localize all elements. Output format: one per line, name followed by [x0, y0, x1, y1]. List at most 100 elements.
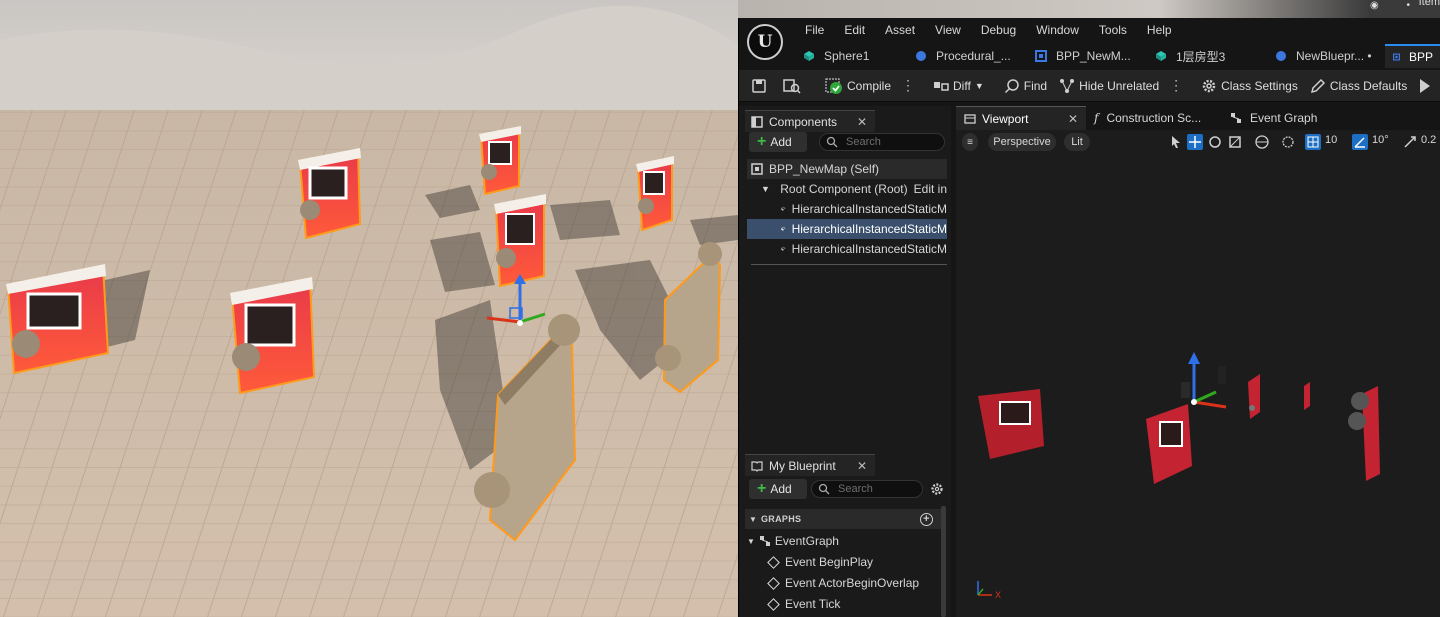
eye-icon[interactable]: ◉	[1370, 0, 1388, 11]
chevron-down-icon[interactable]: ▼	[761, 184, 770, 194]
hide-unrelated-button[interactable]: Hide Unrelated	[1053, 72, 1165, 100]
scale-icon[interactable]	[1227, 134, 1243, 150]
doc-tab-newblueprint[interactable]: NewBluepr... •	[1267, 44, 1385, 68]
diff-icon	[934, 81, 949, 91]
graph-icon	[759, 536, 770, 546]
doc-tab-house[interactable]: 1层房型3	[1147, 44, 1267, 68]
compile-button[interactable]: Compile	[819, 72, 897, 100]
save-icon	[752, 78, 766, 93]
graphs-section-label: GRAPHS	[761, 514, 802, 524]
components-tab[interactable]: Components ✕	[745, 110, 875, 132]
browse-icon	[783, 78, 801, 94]
menu-window[interactable]: Window	[1026, 21, 1089, 41]
close-icon[interactable]: ✕	[857, 115, 867, 129]
tree-row-hism-2[interactable]: HierarchicalInstancedStaticM	[747, 219, 947, 239]
menu-asset[interactable]: Asset	[875, 21, 925, 41]
graph-eventgraph[interactable]: ▼ EventGraph	[747, 531, 839, 551]
compile-options-icon[interactable]: ⋮	[897, 77, 919, 94]
menu-file[interactable]: File	[795, 21, 834, 41]
class-defaults-button[interactable]: Class Defaults	[1304, 72, 1413, 100]
diff-button[interactable]: Diff ▼	[927, 72, 990, 100]
doc-tab-sphere1[interactable]: Sphere1	[795, 44, 907, 68]
scale-snap-icon[interactable]	[1402, 134, 1418, 150]
rotation-snap-icon[interactable]	[1352, 134, 1368, 150]
event-beginplay[interactable]: Event BeginPlay	[767, 552, 873, 572]
save-button[interactable]	[739, 72, 777, 100]
components-search-input[interactable]: Search	[819, 133, 945, 151]
lit-button[interactable]: Lit	[1064, 133, 1090, 151]
pencil-icon	[1310, 78, 1325, 93]
top-strip: ◉ • Item	[738, 0, 1440, 18]
my-blueprint-tab[interactable]: My Blueprint ✕	[745, 454, 875, 476]
rotation-snap-value[interactable]: 10°	[1372, 134, 1389, 146]
blueprint-icon	[1035, 50, 1047, 62]
doc-tab-procedural[interactable]: Procedural_...	[907, 44, 1027, 68]
grid-snap-icon[interactable]	[1305, 134, 1321, 150]
doc-tab-bpp-newmap[interactable]: BPP_NewM...	[1027, 44, 1147, 68]
play-button[interactable]	[1413, 72, 1440, 100]
doc-tab-bpp-active[interactable]: BPP	[1385, 44, 1440, 68]
scale-snap-value[interactable]: 0.2	[1421, 134, 1436, 146]
blueprint-viewport[interactable]: ≡ Perspective Lit 10 10° 0.2 X	[956, 130, 1440, 617]
event-tick[interactable]: Event Tick	[767, 594, 840, 614]
class-settings-label: Class Settings	[1221, 78, 1298, 93]
gear-icon[interactable]	[930, 482, 944, 496]
chevron-down-icon: ▼	[749, 514, 758, 524]
perspective-button[interactable]: Perspective	[988, 133, 1056, 151]
menu-help[interactable]: Help	[1137, 21, 1182, 41]
tree-row-hism-3[interactable]: HierarchicalInstancedStaticM	[747, 239, 947, 259]
gear-icon	[1202, 79, 1216, 92]
menu-edit[interactable]: Edit	[834, 21, 875, 41]
tree-row-label: HierarchicalInstancedStaticM	[791, 222, 947, 236]
my-blueprint-search-input[interactable]: Search	[811, 480, 923, 498]
unreal-logo-icon[interactable]: U	[747, 24, 783, 60]
doc-tab-label: Sphere1	[824, 49, 870, 63]
graphs-section-header[interactable]: ▼ GRAPHS +	[745, 509, 941, 529]
tab-construction-script[interactable]: f Construction Sc...	[1086, 106, 1222, 130]
event-actorbeginoverlap[interactable]: Event ActorBeginOverlap	[767, 573, 919, 593]
level-viewport[interactable]	[0, 0, 738, 617]
tab-event-graph[interactable]: Event Graph	[1222, 106, 1325, 130]
my-blueprint-tab-label: My Blueprint	[769, 458, 836, 473]
add-component-button[interactable]: + Add	[749, 132, 807, 152]
blueprint-icon	[1393, 53, 1400, 61]
add-graph-icon[interactable]: +	[920, 512, 933, 526]
scrollbar[interactable]	[941, 506, 946, 617]
tree-divider	[751, 264, 947, 265]
world-space-icon[interactable]	[1254, 134, 1270, 150]
tree-row-root[interactable]: ▼ Root Component (Root) Edit in	[747, 179, 947, 199]
graph-icon	[1231, 113, 1241, 123]
viewport-options-button[interactable]: ≡	[962, 133, 978, 151]
add-member-button[interactable]: + Add	[749, 479, 807, 499]
translate-icon[interactable]	[1187, 134, 1203, 150]
instanced-mesh-icon	[781, 206, 786, 211]
components-icon	[751, 115, 763, 128]
class-settings-button[interactable]: Class Settings	[1195, 72, 1304, 100]
tab-viewport[interactable]: Viewport ✕	[956, 106, 1086, 130]
pin-icon[interactable]: •	[1406, 0, 1410, 11]
find-button[interactable]: Find	[998, 72, 1053, 100]
compile-label: Compile	[847, 78, 892, 93]
tree-row-hism-1[interactable]: HierarchicalInstancedStaticM	[747, 199, 947, 219]
static-mesh-icon	[804, 51, 814, 61]
menu-debug[interactable]: Debug	[971, 21, 1026, 41]
tab-label: Event Graph	[1250, 111, 1318, 125]
browse-button[interactable]	[777, 72, 811, 100]
surface-snap-icon[interactable]	[1280, 134, 1296, 150]
hide-unrelated-icon	[1060, 78, 1075, 93]
menu-view[interactable]: View	[925, 21, 971, 41]
tree-row-self[interactable]: BPP_NewMap (Self)	[747, 159, 947, 179]
edit-in-link[interactable]: Edit in	[914, 182, 947, 196]
select-cursor-icon[interactable]	[1168, 134, 1184, 150]
close-icon[interactable]: ✕	[857, 459, 867, 473]
close-icon[interactable]: ✕	[1068, 112, 1078, 126]
tree-row-label: BPP_NewMap (Self)	[769, 162, 880, 176]
add-label: Add	[770, 135, 792, 149]
rotate-icon[interactable]	[1207, 134, 1223, 150]
blueprint-icon	[751, 163, 763, 175]
more-options-icon[interactable]: ⋮	[1165, 77, 1187, 94]
menu-bar: File Edit Asset View Debug Window Tools …	[795, 21, 1182, 41]
menu-tools[interactable]: Tools	[1089, 21, 1137, 41]
book-icon	[751, 460, 763, 472]
grid-snap-value[interactable]: 10	[1325, 134, 1337, 146]
